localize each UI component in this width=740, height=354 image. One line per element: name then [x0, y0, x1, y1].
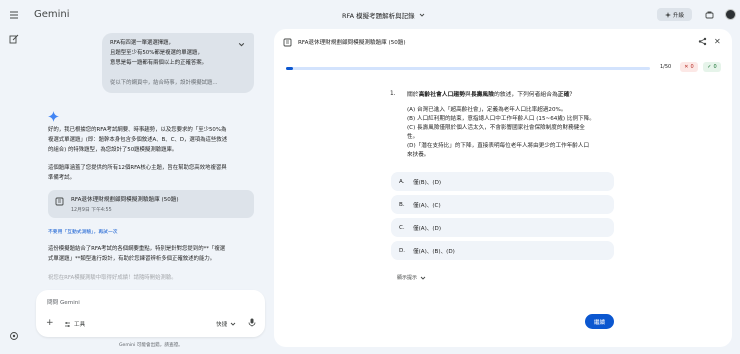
mode-label: 快捷: [216, 322, 228, 328]
response-line: 好的，我已根據您的RFA考試綱要、時事趨勢，以及您要求的「至少50%為: [48, 127, 227, 133]
avatar[interactable]: [725, 9, 736, 20]
check-icon: ✓: [707, 64, 712, 70]
microphone-icon[interactable]: [248, 318, 256, 327]
chevron-down-icon: [419, 13, 424, 17]
right-count: 0: [713, 64, 717, 70]
tools-icon: [65, 321, 70, 327]
upgrade-label: 升級: [672, 12, 684, 19]
continue-button[interactable]: 繼續: [585, 314, 614, 329]
quiz-card-title: RFA退休理財規劃顧問模擬測驗題庫 (50題): [71, 197, 179, 203]
progress-fill: [286, 67, 294, 70]
statement: 性。: [407, 134, 419, 140]
answer-option-b[interactable]: B. 僅(A)、(C): [391, 195, 614, 214]
chevron-down-icon: [230, 322, 236, 326]
chevron-down-icon: [420, 276, 426, 280]
option-text: 僅(B)、(D): [413, 179, 442, 186]
response-line: 這份模擬題結合了RFA考試的各個綱要重點，特別是針對您提到的**「複選: [48, 246, 226, 252]
option-letter: A.: [399, 178, 405, 185]
response-line: 準備考試。: [48, 175, 75, 181]
add-attachment-icon[interactable]: +: [46, 318, 54, 328]
response-text: 好的，我已根據您的RFA考試綱要、時事趨勢，以及您要求的「至少50%為 複選式單…: [48, 125, 260, 183]
option-letter: C.: [399, 224, 405, 231]
quiz-panel-icon: [283, 38, 292, 47]
option-text: 僅(A)、(C): [413, 202, 441, 209]
tools-label: 工具: [74, 322, 86, 328]
menu-icon[interactable]: [8, 9, 20, 21]
upgrade-button[interactable]: 升級: [657, 8, 692, 21]
expand-chevron-icon[interactable]: [238, 41, 245, 48]
gemini-sparkle-icon: [48, 111, 59, 122]
response-line: 的組合) 的特殊題型，為您設計了50題模擬測驗題庫。: [48, 147, 178, 153]
share-icon[interactable]: [698, 37, 707, 46]
quiz-card[interactable]: RFA退休理財規劃顧問模擬測驗題庫 (50題) 12月9日 下午4:55: [48, 190, 254, 218]
user-message-line: RFA有四選一單選選擇題，: [110, 40, 174, 46]
show-hint-button[interactable]: 顯示提示: [397, 274, 426, 281]
left-rail: [0, 0, 28, 354]
tools-button[interactable]: 工具: [64, 320, 85, 328]
statement: 來扶養。: [407, 152, 430, 158]
response-line: 式單選題」**類型進行設計，有助於您練習辨析多個正確敘述的能力。: [48, 256, 216, 262]
answer-option-d[interactable]: D. 僅(A)、(B)、(D): [391, 241, 614, 260]
response-line: 這個題庫涵蓋了您提供的所有12個RFA核心主題，旨在幫助您高效地複習與: [48, 165, 227, 171]
quiz-panel-title: RFA退休理財規劃顧問模擬測驗題庫 (50題): [298, 40, 406, 46]
disclaimer: Gemini 可能會出錯，請查證。: [119, 343, 183, 348]
hint-label: 顯示提示: [397, 275, 418, 281]
prompt-composer[interactable]: 問問 Gemini + 工具 快捷: [36, 290, 265, 337]
quiz-panel: RFA退休理財規劃顧問模擬測驗題庫 (50題) ✕ 1/50 ✕ 0 ✓ 0 1…: [274, 29, 732, 347]
progress-bar: [286, 67, 650, 70]
prompt-input[interactable]: 問問 Gemini: [47, 298, 80, 306]
statement: (D)「潛在支持比」的下降，直接表明每位老年人將由更少的工作年齡人口: [407, 143, 590, 149]
answer-option-c[interactable]: C. 僅(A)、(D): [391, 218, 614, 237]
user-message-line: 從以下的網頁中，結合時事，設計模擬試題...: [110, 80, 218, 86]
question-number: 1.: [390, 91, 396, 97]
option-text: 僅(A)、(B)、(D): [413, 248, 455, 255]
user-message-bubble: RFA有四選一單選選擇題， 且題型至少有50%都是複選的單選題， 意思是每一題都…: [102, 33, 254, 93]
response-text-2: 這份模擬題結合了RFA考試的各個綱要重點，特別是針對您提到的**「複選 式單選題…: [48, 244, 260, 264]
user-message-line: 且題型至少有50%都是複選的單選題，: [110, 50, 203, 56]
option-text: 僅(A)、(D): [413, 225, 442, 232]
answer-option-a[interactable]: A. 僅(B)、(D): [391, 172, 614, 191]
wrong-count: 0: [690, 64, 694, 70]
conversation-title-text: RFA 模擬考題解析與記錄: [342, 12, 415, 20]
response-text-3: 祝您在RFA模擬測驗中取得好成績！請隨時開始測驗。: [48, 275, 177, 281]
mode-selector[interactable]: 快捷: [216, 320, 236, 328]
quiz-card-icon: [55, 197, 64, 206]
statement: (B) 人口紅利期的結束，意指總人口中工作年齡人口 (15~64歲) 比例下降。: [407, 116, 595, 122]
quiz-card-date: 12月9日 下午4:55: [71, 208, 112, 213]
user-message-line: [110, 68, 236, 78]
brand-title[interactable]: Gemini: [34, 9, 70, 20]
conversation-title[interactable]: RFA 模擬考題解析與記錄: [342, 10, 425, 20]
new-chat-icon[interactable]: [8, 33, 20, 45]
question-text: 關於高齡社會人口趨勢與長壽風險的敘述，下列何者組合為正確？: [407, 92, 576, 98]
right-count-badge: ✓ 0: [703, 62, 721, 72]
question-statements: (A) 台灣已進入「超高齡社會」，定義為老年人口比率超過20%。 (B) 人口紅…: [407, 106, 637, 160]
option-letter: D.: [399, 247, 406, 254]
user-message-line: 意思是每一題都有兩個以上的正確答案。: [110, 60, 208, 66]
settings-icon[interactable]: [8, 330, 20, 342]
option-letter: B.: [399, 201, 405, 208]
briefcase-icon[interactable]: [704, 9, 715, 20]
sparkle-small-icon: [664, 11, 671, 18]
retry-link[interactable]: 不要用「互動式測驗」，再試一次: [48, 228, 118, 235]
statement: (C) 長壽風險僅限於個人活太久，不會影響國家社會保險制度的財務健全: [407, 125, 585, 131]
close-icon[interactable]: ✕: [714, 37, 721, 46]
question-counter: 1/50: [660, 64, 672, 70]
statement: (A) 台灣已進入「超高齡社會」，定義為老年人口比率超過20%。: [407, 107, 567, 113]
wrong-icon: ✕: [684, 64, 689, 70]
wrong-count-badge: ✕ 0: [680, 62, 698, 72]
response-line: 複選式單選題」(即：題幹本身包含多個敘述A、B、C、D，選項為這些敘述: [48, 137, 228, 143]
